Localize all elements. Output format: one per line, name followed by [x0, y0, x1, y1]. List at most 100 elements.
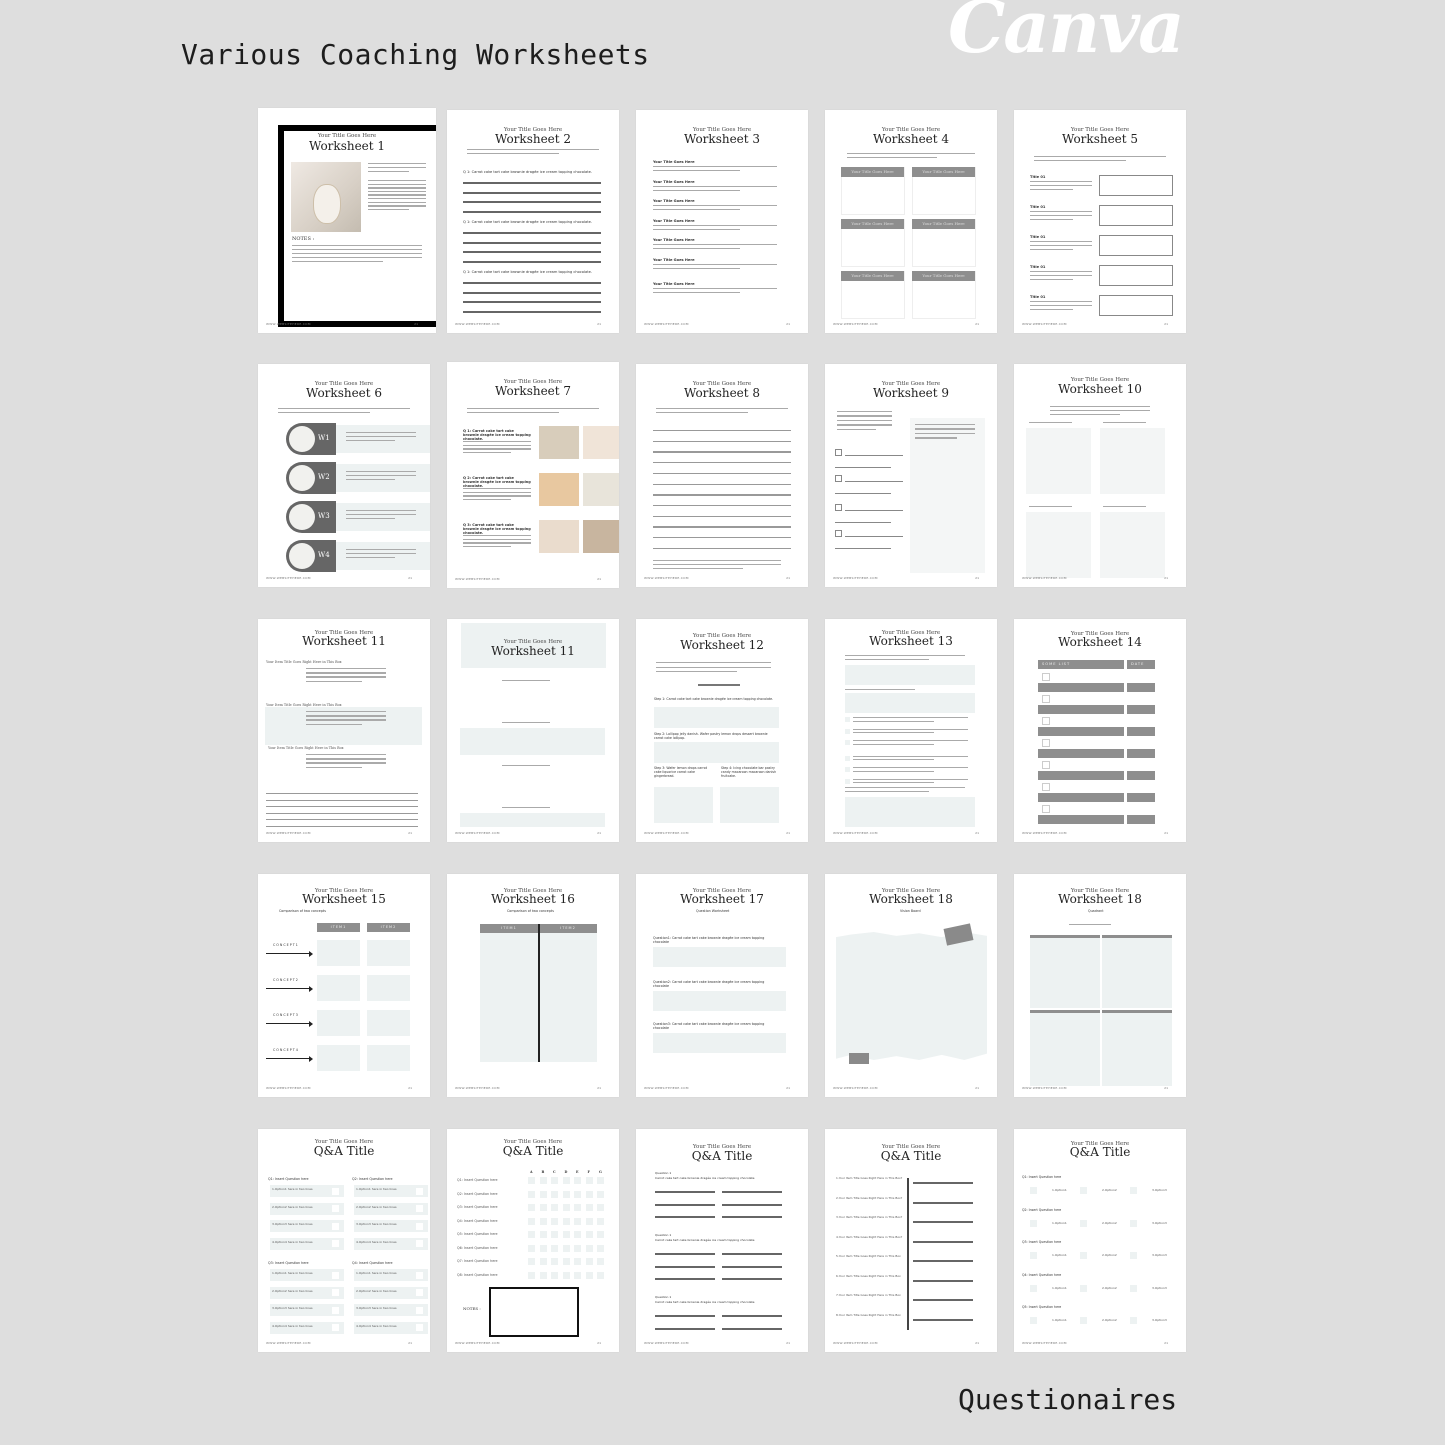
worksheet-page[interactable]: Your Title Goes Here Worksheet 9 WWW.WEBSI… [825, 364, 997, 587]
option-checkbox [1130, 1219, 1137, 1227]
lorem-text-line [368, 190, 426, 193]
lorem-text-line [292, 257, 422, 259]
worksheet-title: Worksheet 4 [872, 132, 950, 146]
lorem-text-line [653, 189, 740, 191]
lorem-text-line [656, 408, 788, 410]
worksheet-title: Worksheet 15 [302, 892, 386, 906]
answer-line [722, 1216, 782, 1218]
worksheet-page[interactable]: Your Title Goes Here Worksheet 18 Quadrant… [1014, 874, 1186, 1097]
worksheet-title: Worksheet 14 [1058, 635, 1142, 649]
writing-line [653, 483, 791, 485]
worksheet-page[interactable]: Your Title Goes Here Worksheet 5 Title 01 T… [1014, 110, 1186, 333]
answer-cell [562, 1177, 570, 1184]
item-header: ITEM2 [367, 923, 410, 932]
worksheet-page[interactable]: Your Title Goes Here Worksheet 3 Your Titl… [636, 110, 808, 333]
quadrant-bar [1030, 935, 1100, 938]
answer-cell [562, 1217, 570, 1225]
answer-line [722, 1315, 782, 1317]
section-title: Your Title Goes Here [653, 257, 695, 262]
check-line [845, 481, 903, 483]
lorem-text-line [346, 432, 416, 434]
lorem-text-line [467, 412, 560, 414]
answer-line [655, 1315, 715, 1317]
worksheet-page[interactable]: Your Title Goes Here Worksheet 4 Your Titl… [825, 110, 997, 333]
worksheet-page[interactable]: Your Title Goes Here Worksheet 6 W1 W2 W3 W4 W… [258, 364, 430, 587]
worksheet-page[interactable]: Your Title Goes Here Worksheet 1 NOTES : WW… [258, 108, 436, 333]
answer-box [654, 787, 713, 823]
website-footer: WWW.WEBSITEHERE.COM [455, 1086, 500, 1090]
checkbox [1042, 761, 1050, 769]
worksheet-page[interactable]: Your Title Goes Here Worksheet 10 WWW.WEBS… [1014, 364, 1186, 587]
worksheet-page[interactable]: Your Title Goes Here Worksheet 13 WWW.WEBS… [825, 619, 997, 842]
item-header: ITEM2 [539, 924, 597, 933]
answer-cell [585, 1217, 593, 1225]
option-text: 4.Option4 here in two lines [272, 1239, 313, 1244]
worksheet-page[interactable]: Your Title Goes Here Worksheet 16 Comparis… [447, 874, 619, 1097]
question-text: Q3: Insert Question here [268, 1261, 309, 1265]
worksheet-title: Worksheet 12 [680, 638, 764, 652]
answer-cell [585, 1271, 593, 1279]
row-title: Title 01 [1030, 265, 1046, 269]
worksheet-page[interactable]: Your Title Goes Here Worksheet 15 Comparis… [258, 874, 430, 1097]
website-footer: WWW.WEBSITEHERE.COM [833, 1086, 878, 1090]
answer-cell [528, 1190, 535, 1198]
lorem-text-line [463, 538, 531, 540]
worksheet-page[interactable]: Your Title Goes Here Q&A Title Question 1C… [636, 1129, 808, 1352]
question-text: Q 1: Carrot cake tart cake brownie dragé… [463, 429, 531, 441]
checkbox [1042, 783, 1050, 791]
worksheet-page[interactable]: Your Title Goes Here Worksheet 7Q 1: Carr… [447, 362, 619, 588]
answer-cell [585, 1190, 593, 1198]
option-text: 2.Option2 [1102, 1188, 1117, 1192]
answer-cell [539, 1231, 547, 1238]
lorem-text-line [346, 510, 416, 512]
column-label: D [564, 1170, 568, 1174]
worksheet-page[interactable]: Your Title Goes Here Q&A Title Q1: Insert … [258, 1129, 430, 1352]
website-footer: WWW.WEBSITEHERE.COM [1022, 1341, 1067, 1345]
worksheet-page[interactable]: Your Title Goes Here Q&A Title Q1: Insert … [1014, 1129, 1186, 1352]
date-header: DATE [1127, 660, 1155, 669]
worksheet-page[interactable]: Your Title Goes Here Worksheet 17 Question… [636, 874, 808, 1097]
option-text: 1.Option1 [1052, 1253, 1067, 1257]
worksheet-page[interactable]: Your Title Goes Here Worksheet 18 Vision B… [825, 874, 997, 1097]
answer-line [722, 1253, 782, 1255]
option-text: 2.Option2 here in two lines [272, 1204, 313, 1209]
answer-line [913, 1221, 973, 1223]
worksheet-page[interactable]: Your Title Goes Here Worksheet 11 WWW.WEBS… [447, 619, 619, 842]
answer-box [1099, 175, 1173, 196]
lorem-text-line [1034, 160, 1127, 162]
lorem-text-line [653, 288, 777, 290]
option-text: 3.Option3 [1152, 1220, 1167, 1225]
option-checkbox [416, 1271, 423, 1279]
answer-line [463, 301, 601, 303]
question-text: Q4: Insert Question here [457, 1218, 498, 1223]
vase-photo [291, 162, 361, 232]
page-number: 21 [597, 1341, 601, 1345]
lorem-text-line [1030, 301, 1092, 303]
website-footer: WWW.WEBSITEHERE.COM [833, 1341, 878, 1345]
row-title: Title 01 [1030, 205, 1046, 209]
question-text: Q 3: Carrot cake tart cake brownie dragé… [463, 523, 531, 535]
answer-cell [551, 1271, 558, 1279]
lorem-text-line [1030, 215, 1092, 217]
lorem-text-line [1030, 219, 1074, 221]
lorem-text-line [853, 743, 934, 745]
worksheet-page[interactable]: Your Title Goes Here Worksheet 11 Your Ite… [258, 619, 430, 842]
worksheet-page[interactable]: Your Title Goes Here Worksheet 8 WWW.WEBSI… [636, 364, 808, 587]
website-footer: WWW.WEBSITEHERE.COM [266, 322, 311, 326]
checkbox [835, 504, 842, 511]
answer-cell [551, 1231, 558, 1238]
answer-line [463, 191, 601, 194]
worksheet-page[interactable]: Your Title Goes Here Worksheet 12 Step 1: … [636, 619, 808, 842]
writing-line [653, 451, 791, 453]
question-text: Carrot cake tart cake brownie dragée ice… [655, 1238, 755, 1242]
worksheet-page[interactable]: Your Title Goes Here Q&A Title A B C D E F G Q1: … [447, 1129, 619, 1352]
worksheet-page[interactable]: Your Title Goes Here Worksheet 14 SOME LIS… [1014, 619, 1186, 842]
lorem-text-line [847, 153, 975, 155]
website-footer: WWW.WEBSITEHERE.COM [266, 576, 311, 580]
worksheet-page[interactable]: Your Title Goes Here Q&A Title 1.Your Item… [825, 1129, 997, 1352]
page-number: 21 [1164, 831, 1168, 835]
highlight-box [265, 707, 422, 745]
lorem-text-line [653, 292, 740, 294]
lorem-text-line [1030, 275, 1092, 277]
worksheet-page[interactable]: Your Title Goes Here Worksheet 2Q 1: Carr… [447, 110, 619, 333]
